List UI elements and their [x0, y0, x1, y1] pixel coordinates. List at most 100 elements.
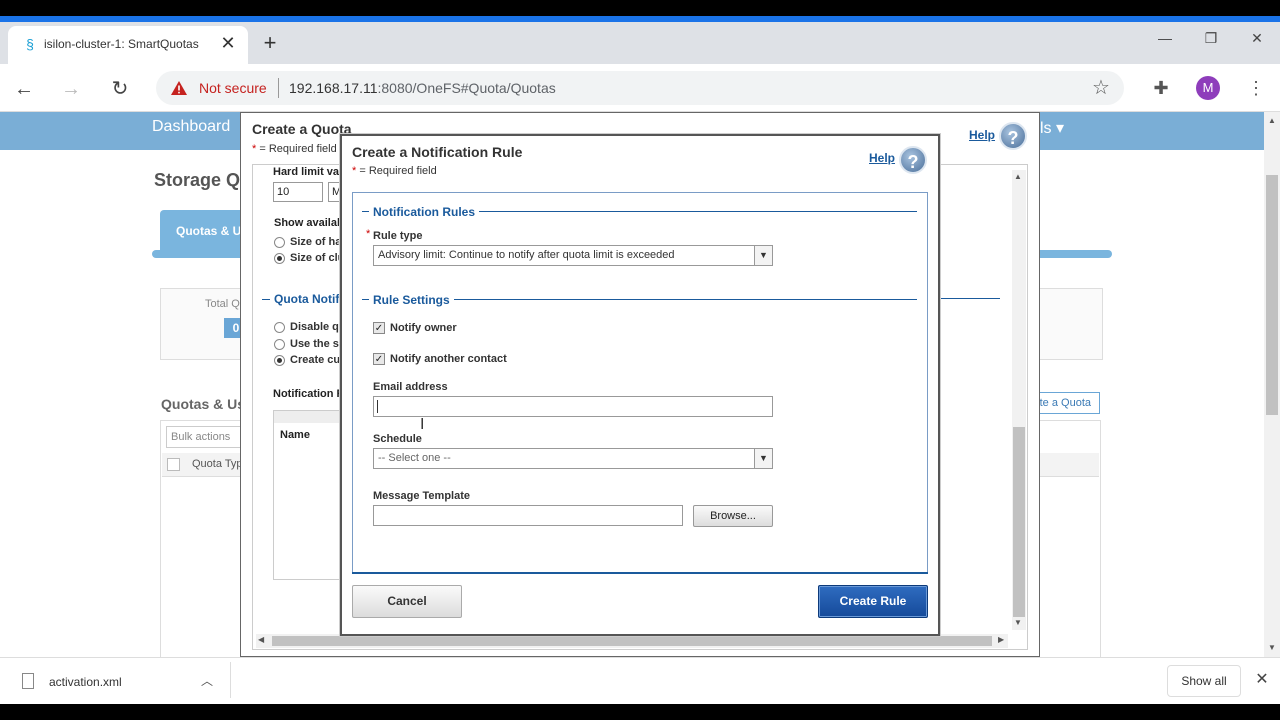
reload-icon[interactable]: ↻ [107, 76, 133, 102]
notify-owner-checkbox[interactable]: ✓ [373, 322, 385, 334]
section-line-left [262, 299, 270, 300]
notify-another-checkbox[interactable]: ✓ [373, 353, 385, 365]
tab-title[interactable]: isilon-cluster-1: SmartQuotas [44, 37, 200, 53]
required-note-text: = Required field [259, 143, 337, 155]
radio-size-hard-label: Size of ha [290, 236, 342, 248]
radio-use-label: Use the s [290, 338, 339, 350]
isilon-favicon-icon: § [26, 36, 34, 52]
email-field[interactable] [373, 396, 773, 417]
close-download-bar-icon[interactable]: ✕ [1252, 670, 1272, 690]
col-name[interactable]: Name [280, 429, 310, 441]
radio-disable-label: Disable q [290, 321, 339, 333]
required-star: * [366, 228, 371, 240]
notification-table-header [274, 411, 342, 423]
create-quota-title: Create a Quota [252, 121, 352, 137]
col-quota-type[interactable]: Quota Typ [192, 458, 243, 470]
page-title: Storage Q [154, 170, 241, 190]
text-cursor-icon: I [420, 416, 425, 433]
page-scroll-down-icon[interactable]: ▼ [1268, 643, 1276, 652]
notify-another-label[interactable]: Notify another contact [390, 353, 507, 365]
section-line-right [940, 298, 1000, 299]
modal-horizontal-scroll-thumb[interactable] [272, 636, 992, 646]
radio-size-cluster[interactable] [274, 253, 285, 264]
bookmark-star-icon[interactable]: ☆ [1090, 77, 1112, 99]
page-scroll-thumb[interactable] [1266, 175, 1278, 415]
forward-icon[interactable]: → [58, 76, 84, 102]
message-template-label: Message Template [373, 490, 471, 502]
new-tab-icon[interactable]: + [258, 32, 282, 56]
download-separator [230, 662, 231, 698]
scroll-left-arrow-icon[interactable]: ◀ [258, 635, 264, 644]
chevron-down-icon[interactable]: ▼ [754, 449, 772, 468]
create-rule-button[interactable]: Create Rule [818, 585, 928, 618]
show-available-label: Show availab [274, 217, 344, 229]
message-template-field[interactable] [373, 505, 683, 526]
notification-rule-required-note: * = Required field [352, 165, 437, 177]
create-quota-help-link[interactable]: Help [969, 128, 995, 142]
nav-right-menu[interactable]: ls ▾ [1040, 118, 1064, 138]
browse-button[interactable]: Browse... [693, 505, 773, 527]
profile-avatar[interactable]: M [1196, 76, 1220, 100]
scroll-up-arrow-icon[interactable]: ▲ [1014, 172, 1022, 181]
address-separator [278, 78, 279, 98]
rule-settings-heading: Rule Settings [369, 293, 454, 307]
email-label: Email address [373, 381, 448, 393]
text-caret [377, 400, 378, 413]
rule-type-select[interactable]: Advisory limit: Continue to notify after… [373, 245, 773, 266]
nav-dashboard[interactable]: Dashboard [152, 118, 230, 136]
download-bar [0, 657, 1280, 704]
show-all-button[interactable]: Show all [1167, 665, 1241, 697]
minimize-icon[interactable]: — [1153, 28, 1177, 48]
cancel-button[interactable]: Cancel [352, 585, 462, 618]
notification-rule-help-link[interactable]: Help [869, 151, 895, 165]
required-note-text: = Required field [359, 165, 437, 177]
back-icon[interactable]: ← [11, 76, 37, 102]
modal-vertical-scroll-thumb[interactable] [1013, 427, 1025, 617]
url-path: :8080/OneFS#Quota/Quotas [377, 80, 556, 96]
extensions-puzzle-icon[interactable]: ✚ [1150, 77, 1172, 99]
file-icon [22, 673, 34, 689]
window-close-icon[interactable]: ✕ [1245, 28, 1269, 48]
radio-size-hard[interactable] [274, 237, 285, 248]
page-scroll-up-icon[interactable]: ▲ [1268, 116, 1276, 125]
total-quotas-label: Total Q [205, 298, 240, 310]
scroll-right-arrow-icon[interactable]: ▶ [998, 635, 1004, 644]
form-bottom-border [352, 572, 928, 574]
tab-close-icon[interactable]: ✕ [218, 33, 238, 53]
help-icon[interactable]: ? [899, 146, 927, 174]
schedule-label: Schedule [373, 433, 422, 445]
url-text[interactable]: 192.168.17.11:8080/OneFS#Quota/Quotas [289, 80, 556, 96]
notify-owner-label[interactable]: Notify owner [390, 322, 457, 334]
radio-use-system[interactable] [274, 339, 285, 350]
not-secure-label[interactable]: Not secure [199, 80, 267, 96]
restore-icon[interactable]: ❐ [1199, 28, 1223, 48]
radio-create-custom[interactable] [274, 355, 285, 366]
radio-disable[interactable] [274, 322, 285, 333]
screen-bottom-border [0, 704, 1280, 720]
tab-quotas-usage[interactable]: Quotas & U [160, 210, 250, 250]
url-host: 192.168.17.11 [289, 80, 378, 96]
notification-rules-heading: Notification Rules [369, 205, 480, 219]
hard-limit-input[interactable]: 10 [273, 182, 323, 202]
chevron-down-icon[interactable]: ▼ [754, 246, 772, 265]
select-all-checkbox[interactable] [167, 458, 180, 471]
notification-rules-label: Notification R [273, 388, 345, 400]
bulk-actions-select[interactable]: Bulk actions [166, 426, 246, 448]
schedule-select[interactable]: -- Select one -- [373, 448, 773, 469]
browser-menu-icon[interactable]: ⋮ [1246, 77, 1266, 99]
download-file-name[interactable]: activation.xml [49, 675, 122, 689]
help-icon[interactable]: ? [999, 122, 1027, 150]
quotas-section-title: Quotas & Us [161, 396, 246, 412]
quota-notifications-heading: Quota Notifi [274, 292, 343, 306]
scroll-down-arrow-icon[interactable]: ▼ [1014, 618, 1022, 627]
screen-top-border [0, 0, 1280, 16]
warning-icon [171, 81, 187, 95]
create-quota-button[interactable]: te a Quota [1030, 392, 1100, 414]
notification-rule-title: Create a Notification Rule [352, 144, 523, 160]
hard-limit-label: Hard limit va [273, 166, 340, 178]
create-quota-required-note: * = Required field [252, 143, 337, 155]
rule-type-label: Rule type [373, 230, 423, 242]
chevron-up-icon[interactable]: ︿ [200, 672, 214, 690]
radio-size-cluster-label: Size of clu [290, 252, 345, 264]
radio-create-label: Create cu [290, 354, 341, 366]
